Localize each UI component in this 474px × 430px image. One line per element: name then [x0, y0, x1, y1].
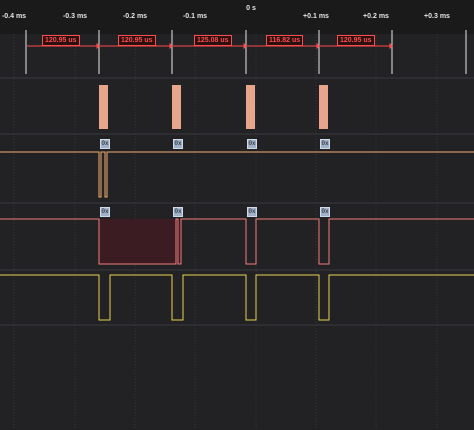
pulse-blocks [99, 85, 328, 129]
packet-tag[interactable]: 0x [247, 139, 257, 149]
measurement-label[interactable]: 125.08 us [194, 35, 232, 46]
channel-a-trace [0, 151, 474, 198]
lane-separators [0, 77, 474, 326]
packet-tag[interactable]: 0x [247, 207, 257, 217]
packet-tag[interactable]: 0x [100, 207, 110, 217]
packet-tag[interactable]: 0x [173, 139, 183, 149]
waveform-canvas [0, 30, 474, 430]
packet-tag[interactable]: 0x [100, 139, 110, 149]
channel-c-trace [0, 274, 474, 321]
grid-lines [13, 34, 438, 430]
measurement-markers[interactable] [25, 30, 467, 74]
logic-analyzer-view: 0 s -0.4 ms -0.3 ms -0.2 ms -0.1 ms +0.1… [0, 0, 474, 430]
measurement-label[interactable]: 120.95 us [42, 35, 80, 46]
measurement-label[interactable]: 120.95 us [118, 35, 156, 46]
channel-b-trace [0, 218, 474, 265]
packet-tag[interactable]: 0x [320, 207, 330, 217]
measurement-label[interactable]: 120.95 us [337, 35, 375, 46]
packet-tag[interactable]: 0x [320, 139, 330, 149]
measurement-label[interactable]: 116.82 us [266, 35, 304, 46]
packet-tag[interactable]: 0x [173, 207, 183, 217]
